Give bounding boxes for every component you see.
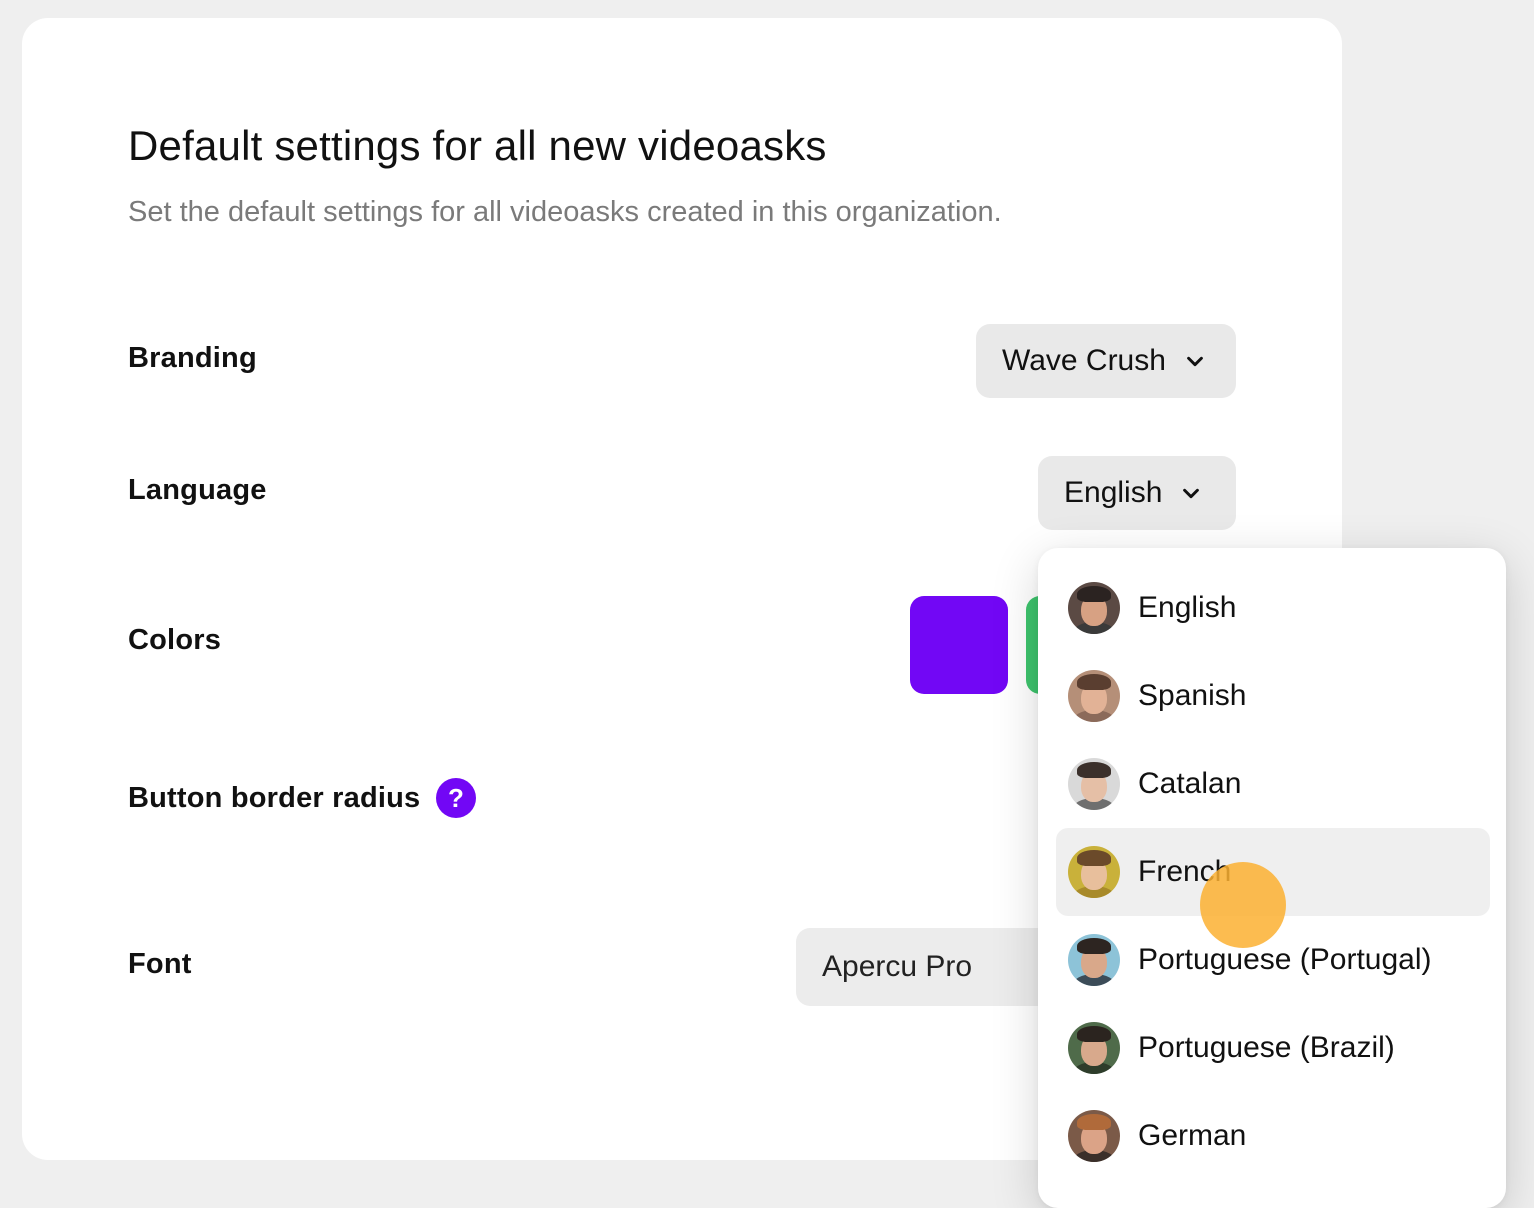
language-select-value: English [1064,476,1163,509]
language-option-portuguese-portugal[interactable]: Portuguese (Portugal) [1056,916,1490,1004]
branding-label: Branding [128,342,257,374]
language-option-french[interactable]: French [1056,828,1490,916]
language-option-spanish[interactable]: Spanish [1056,652,1490,740]
color-swatch-primary[interactable] [910,596,1008,694]
colors-label: Colors [128,624,222,656]
avatar [1068,934,1120,986]
language-option-label: French [1138,855,1232,888]
language-option-label: Portuguese (Brazil) [1138,1031,1395,1064]
language-dropdown-menu: English Spanish Catalan French Portugues… [1038,548,1506,1208]
page-title: Default settings for all new videoasks [128,122,827,169]
language-option-label: German [1138,1119,1247,1152]
language-option-catalan[interactable]: Catalan [1056,740,1490,828]
language-option-label: Spanish [1138,679,1247,712]
avatar [1068,758,1120,810]
font-label: Font [128,948,192,980]
chevron-down-icon [1183,488,1200,499]
avatar [1068,1022,1120,1074]
avatar [1068,1110,1120,1162]
font-select-value: Apercu Pro [822,950,973,983]
language-option-portuguese-brazil[interactable]: Portuguese (Brazil) [1056,1004,1490,1092]
avatar [1068,582,1120,634]
language-option-german[interactable]: German [1056,1092,1490,1180]
language-select[interactable]: English [1038,456,1236,530]
language-option-label: Portuguese (Portugal) [1138,943,1432,976]
branding-select-value: Wave Crush [1002,344,1166,377]
avatar [1068,846,1120,898]
button-radius-label: Button border radius [128,782,421,814]
language-label: Language [128,474,267,506]
language-option-label: Catalan [1138,767,1242,800]
question-mark-icon[interactable]: ? [436,778,476,818]
chevron-down-icon [1187,356,1203,367]
page-subtitle: Set the default settings for all videoas… [128,196,1002,228]
language-option-english[interactable]: English [1056,564,1490,652]
language-option-label: English [1138,591,1237,624]
branding-select[interactable]: Wave Crush [976,324,1236,398]
avatar [1068,670,1120,722]
